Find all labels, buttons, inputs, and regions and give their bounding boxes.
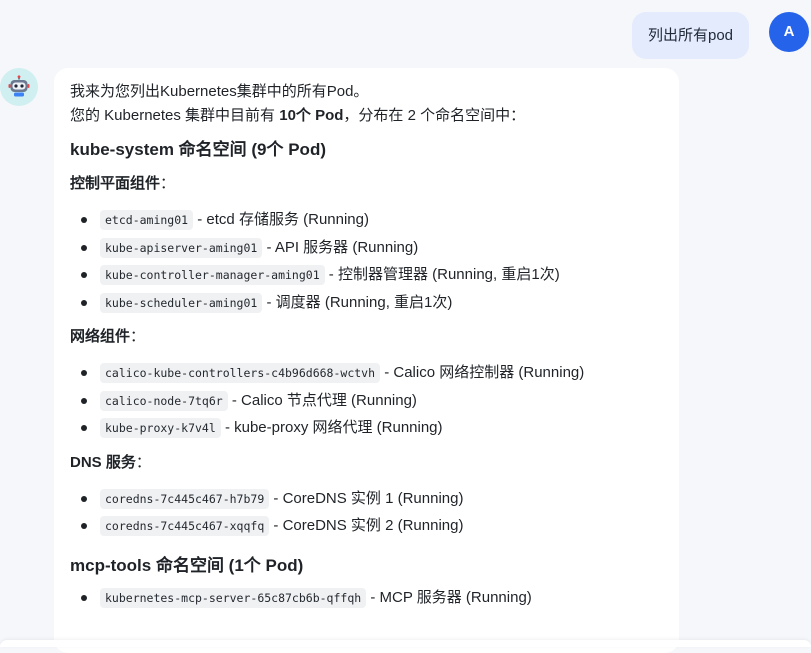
list-item: kube-proxy-k7v4l - kube-proxy 网络代理 (Runn… <box>70 414 663 442</box>
summary-suffix: ，分布在 2 个命名空间中： <box>343 107 526 124</box>
list-item: kubernetes-mcp-server-65c87cb6b-qffqh - … <box>70 584 663 612</box>
pod-desc: - CoreDNS 实例 2 (Running) <box>269 517 464 534</box>
list-item: kube-scheduler-aming01 - 调度器 (Running, 重… <box>70 289 663 317</box>
pod-desc: - etcd 存储服务 (Running) <box>193 211 369 228</box>
pod-name: coredns-7c445c467-h7b79 <box>100 488 270 509</box>
chat-input-bar[interactable] <box>0 640 811 647</box>
user-avatar[interactable]: A <box>769 12 809 52</box>
pod-list-mcp-tools: kubernetes-mcp-server-65c87cb6b-qffqh - … <box>70 584 663 612</box>
pod-name: kube-proxy-k7v4l <box>100 418 221 438</box>
pod-list-network: calico-kube-controllers-c4b96d668-wctvh … <box>70 359 663 442</box>
pod-name: kube-scheduler-aming01 <box>100 292 263 313</box>
user-message-text: 列出所有pod <box>648 27 734 44</box>
bot-intro-line: 我来为您列出Kubernetes集群中的所有Pod。 <box>70 83 369 100</box>
list-item: kube-controller-manager-aming01 - 控制器管理器… <box>70 261 663 289</box>
pod-name: kubernetes-mcp-server-65c87cb6b-qffqh <box>100 587 367 608</box>
bot-avatar <box>0 68 38 106</box>
pod-name: etcd-aming01 <box>100 210 194 230</box>
list-item: coredns-7c445c467-h7b79 - CoreDNS 实例 1 (… <box>70 485 663 513</box>
pod-desc: - kube-proxy 网络代理 (Running) <box>220 419 443 436</box>
pod-desc: - API 服务器 (Running) <box>262 238 419 256</box>
group-label-control-plane: 控制平面组件： <box>70 175 176 192</box>
section-title-mcp-tools: mcp-tools 命名空间 (1个 Pod) <box>70 555 304 575</box>
pod-name: kube-controller-manager-aming01 <box>100 265 325 285</box>
pod-name: kube-apiserver-aming01 <box>100 237 263 258</box>
list-item: calico-kube-controllers-c4b96d668-wctvh … <box>70 359 663 387</box>
group-label-dns: DNS 服务： <box>70 453 151 471</box>
pod-list-dns: coredns-7c445c467-h7b79 - CoreDNS 实例 1 (… <box>70 485 663 540</box>
list-item: etcd-aming01 - etcd 存储服务 (Running) <box>70 206 663 234</box>
robot-icon <box>8 75 30 97</box>
pod-desc: - Calico 网络控制器 (Running) <box>380 364 585 381</box>
pod-desc: - CoreDNS 实例 1 (Running) <box>269 489 464 507</box>
list-item: calico-node-7tq6r - Calico 节点代理 (Running… <box>70 387 663 415</box>
pod-list-control-plane: etcd-aming01 - etcd 存储服务 (Running) kube-… <box>70 206 663 316</box>
summary-count: 10个 Pod <box>279 107 344 124</box>
pod-name: coredns-7c445c467-xqqfq <box>100 516 270 536</box>
pod-name: calico-kube-controllers-c4b96d668-wctvh <box>100 363 381 383</box>
pod-desc: - MCP 服务器 (Running) <box>366 588 532 606</box>
bot-message-card: 我来为您列出Kubernetes集群中的所有Pod。 您的 Kubernetes… <box>54 68 679 653</box>
section-title-kube-system: kube-system 命名空间 (9个 Pod) <box>70 140 326 159</box>
user-message-bubble: 列出所有pod <box>632 12 750 59</box>
pod-desc: - Calico 节点代理 (Running) <box>227 391 417 409</box>
bot-summary-line: 您的 Kubernetes 集群中目前有 10个 Pod，分布在 2 个命名空间… <box>70 104 663 128</box>
list-item: coredns-7c445c467-xqqfq - CoreDNS 实例 2 (… <box>70 512 663 540</box>
user-avatar-letter: A <box>783 23 795 40</box>
pod-desc: - 控制器管理器 (Running, 重启1次) <box>324 266 560 283</box>
summary-prefix: 您的 Kubernetes 集群中目前有 <box>70 107 280 124</box>
list-item: kube-apiserver-aming01 - API 服务器 (Runnin… <box>70 234 663 262</box>
group-label-network: 网络组件： <box>70 328 146 345</box>
pod-name: calico-node-7tq6r <box>100 390 228 411</box>
pod-desc: - 调度器 (Running, 重启1次) <box>262 293 453 311</box>
